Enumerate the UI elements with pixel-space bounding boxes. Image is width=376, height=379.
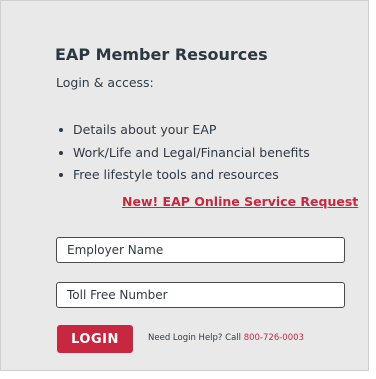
benefit-item: Work/Life and Legal/Financial benefits [56, 144, 310, 167]
online-service-request-link[interactable]: New! EAP Online Service Request [122, 194, 358, 209]
eap-login-panel: EAP Member Resources Login & access: Det… [0, 0, 369, 371]
panel-title: EAP Member Resources [55, 45, 268, 64]
benefit-label: Free lifestyle tools and resources [73, 167, 279, 182]
toll-free-number-input[interactable] [56, 282, 345, 308]
benefits-list: Details about your EAP Work/Life and Leg… [56, 121, 310, 189]
benefit-label: Work/Life and Legal/Financial benefits [73, 144, 310, 160]
bullet-icon [59, 173, 63, 177]
login-help-text: Need Login Help? Call 800-726-0003 [148, 333, 304, 343]
benefit-item: Details about your EAP [56, 121, 310, 144]
panel-subtitle: Login & access: [56, 75, 154, 90]
employer-name-input[interactable] [56, 237, 345, 263]
login-button[interactable]: LOGIN [57, 325, 133, 353]
benefit-label: Details about your EAP [73, 122, 217, 137]
bullet-icon [59, 150, 63, 155]
login-help-phone[interactable]: 800-726-0003 [244, 333, 304, 343]
bullet-icon [59, 128, 63, 132]
benefit-item: Free lifestyle tools and resources [56, 166, 310, 189]
login-help-label: Need Login Help? Call [148, 333, 242, 343]
